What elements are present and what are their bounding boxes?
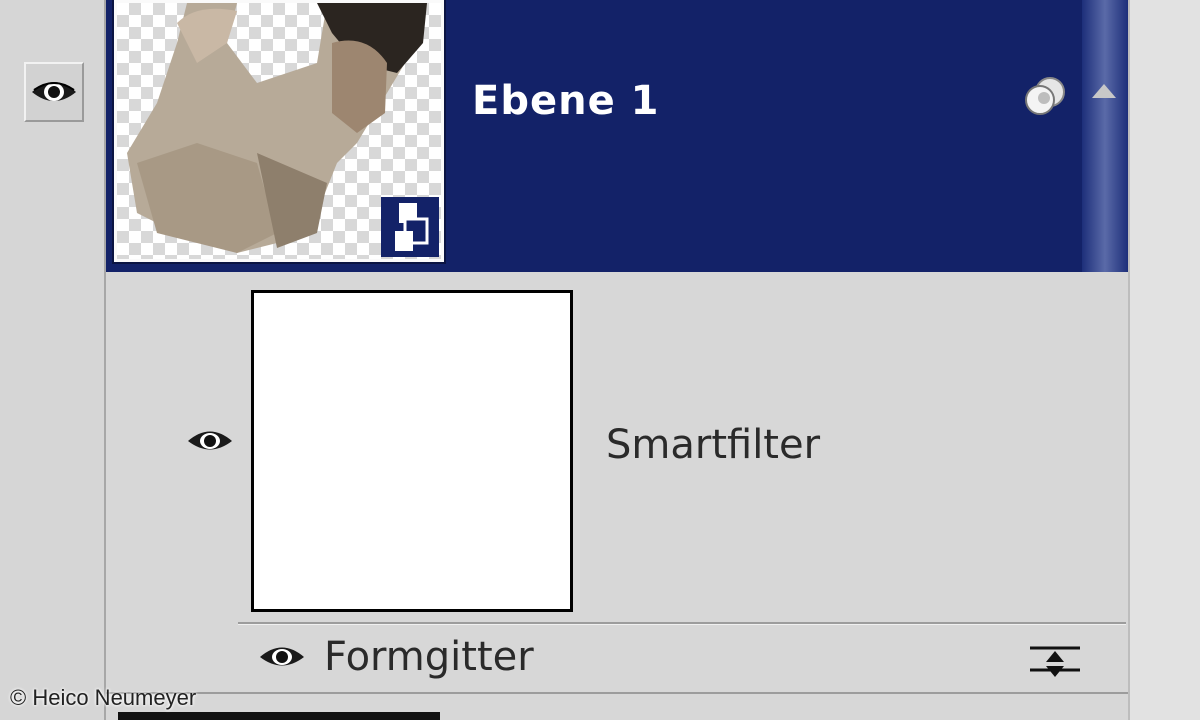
- scrollbar-thumb[interactable]: [1082, 0, 1128, 272]
- eye-icon: [260, 647, 304, 666]
- eye-icon: [188, 431, 232, 450]
- smart-object-badge-icon: [381, 197, 439, 257]
- image-credit: © Heico Neumeyer: [10, 685, 197, 710]
- eye-icon: [32, 82, 76, 101]
- scroll-up-arrow-icon[interactable]: [1092, 84, 1116, 98]
- layer-name[interactable]: Ebene 1: [472, 78, 659, 124]
- layer-thumbnail[interactable]: [112, 0, 446, 264]
- next-layer-thumbnail[interactable]: [118, 712, 440, 720]
- smartfilter-mask-thumbnail[interactable]: [251, 290, 573, 612]
- smartfilter-label[interactable]: Smartfilter: [606, 422, 820, 468]
- layer-visibility-toggle[interactable]: [24, 62, 84, 122]
- filter-name[interactable]: Formgitter: [324, 634, 534, 680]
- row-divider-highlight: [238, 624, 1126, 625]
- blending-options-icon[interactable]: [1026, 638, 1084, 680]
- row-divider-bottom: [106, 692, 1128, 694]
- smartfilter-visibility-toggle[interactable]: [184, 420, 236, 462]
- layer-effects-icon[interactable]: [1020, 74, 1070, 120]
- filter-visibility-toggle[interactable]: [256, 636, 308, 678]
- scrollbar-track[interactable]: [1128, 0, 1200, 720]
